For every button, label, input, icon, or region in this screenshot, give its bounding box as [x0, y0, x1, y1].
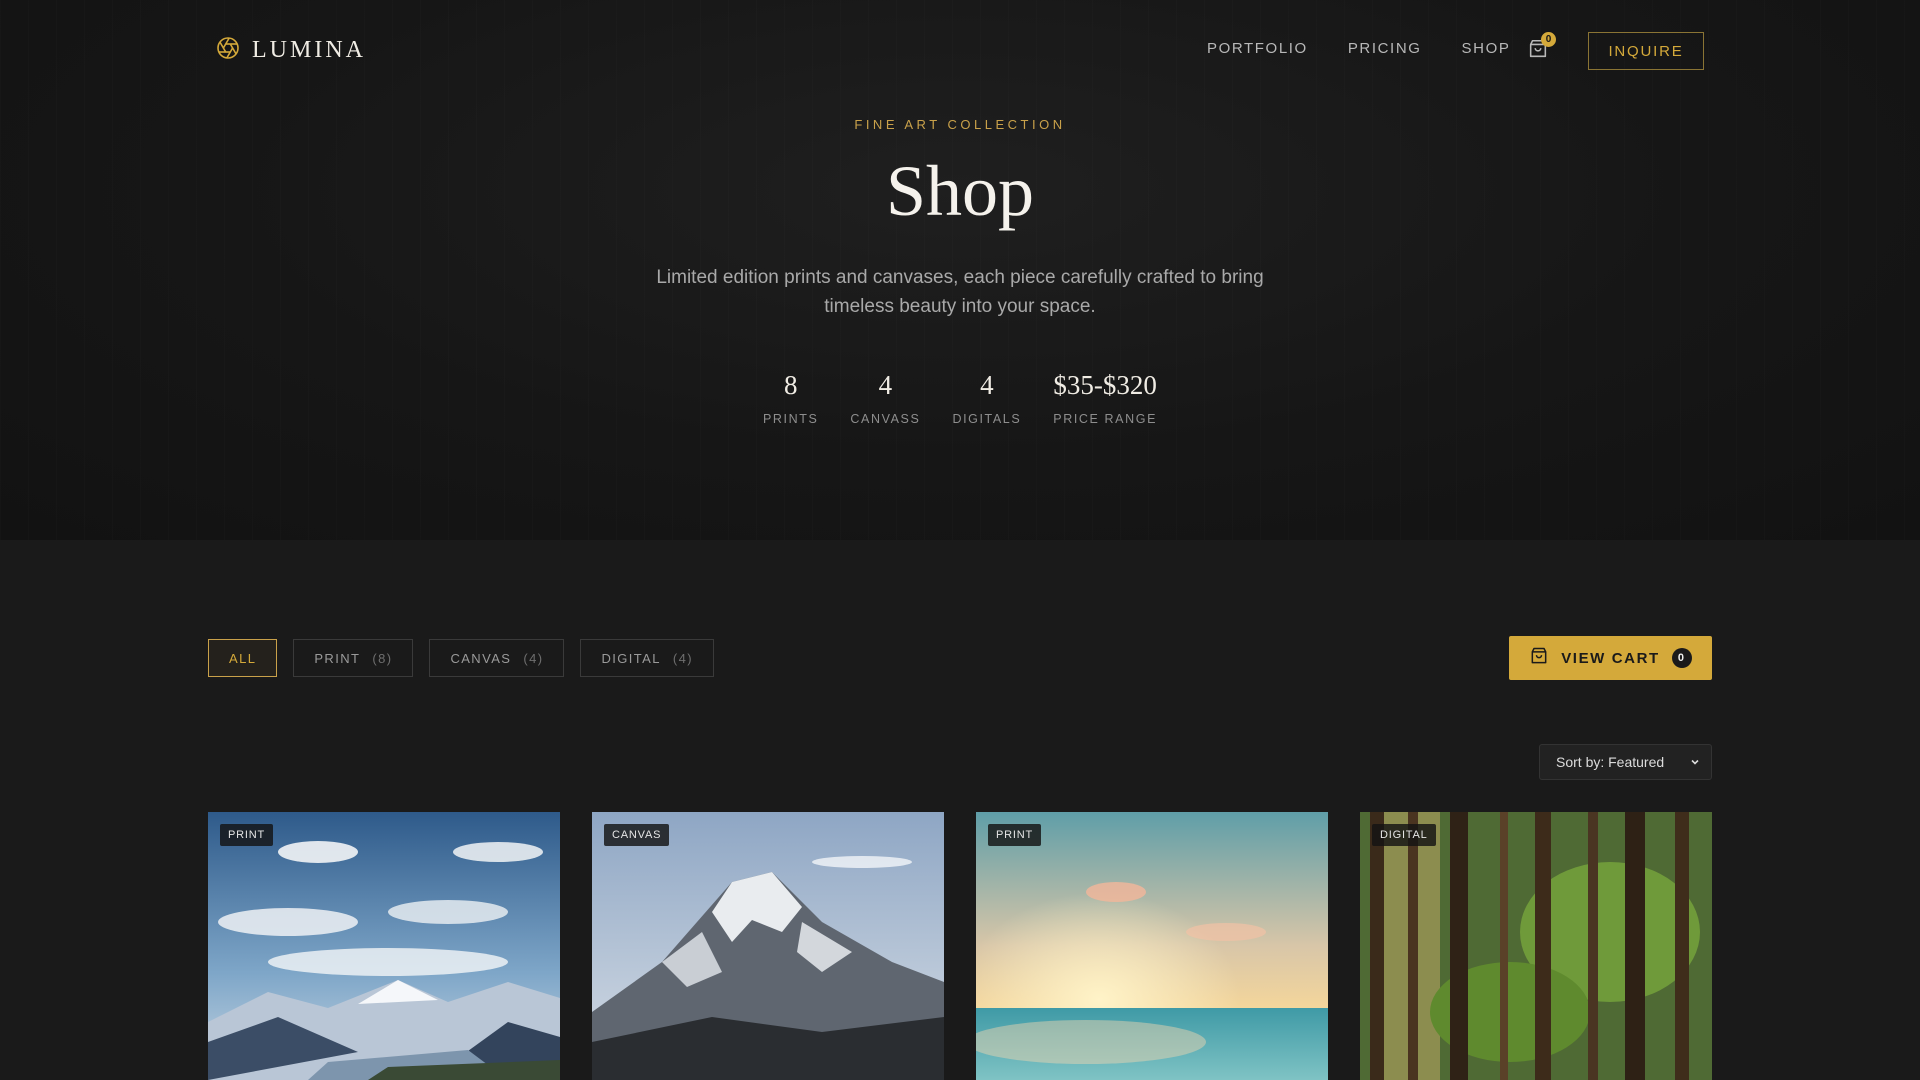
- filter-print[interactable]: PRINT (8): [293, 639, 414, 677]
- nav-cart-count-badge: 0: [1541, 32, 1556, 47]
- hero-eyebrow: FINE ART COLLECTION: [854, 117, 1066, 132]
- nav-link-pricing[interactable]: PRICING: [1348, 40, 1422, 57]
- filter-label: ALL: [229, 650, 257, 666]
- filter-count: (4): [672, 650, 693, 666]
- stat-prints: 8 PRINTS: [763, 370, 818, 426]
- stat-canvas: 4 CANVASS: [850, 370, 920, 426]
- stat-label: PRINTS: [762, 412, 819, 426]
- stat-label: DIGITALS: [952, 412, 1022, 426]
- stat-digitals: 4 DIGITALS: [952, 370, 1021, 426]
- nav-links: PORTFOLIO PRICING SHOP: [1207, 40, 1510, 57]
- cart-count-badge: 0: [1671, 648, 1692, 668]
- category-filters: ALL PRINT (8) CANVAS (4) DIGITAL (4): [208, 639, 714, 677]
- nav-cart-button[interactable]: 0: [1527, 32, 1556, 64]
- brand-name: LUMINA: [252, 37, 366, 63]
- filter-count: (4): [523, 650, 544, 666]
- view-cart-button[interactable]: VIEW CART 0: [1509, 636, 1712, 680]
- filter-count: (8): [372, 650, 393, 666]
- product-type-badge: PRINT: [988, 824, 1041, 846]
- product-type-badge: DIGITAL: [1372, 824, 1436, 846]
- inquire-button[interactable]: INQUIRE: [1588, 32, 1704, 70]
- stat-value: $35-$320: [1053, 370, 1157, 400]
- product-image-forest: [1360, 812, 1712, 1080]
- filter-all[interactable]: ALL: [208, 639, 278, 677]
- filter-label: DIGITAL: [601, 650, 661, 666]
- stat-label: CANVASS: [850, 412, 921, 426]
- filter-canvas[interactable]: CANVAS (4): [429, 639, 565, 677]
- stat-value: 4: [878, 370, 893, 400]
- sort-label: Sort by: Featured: [1556, 754, 1665, 770]
- product-type-badge: PRINT: [220, 824, 273, 846]
- collection-stats: 8 PRINTS 4 CANVASS 4 DIGITALS $35-$320 P…: [0, 370, 1920, 426]
- filter-label: CANVAS: [450, 650, 512, 666]
- view-cart-label: VIEW CART: [1561, 649, 1660, 667]
- stat-value: 4: [980, 370, 994, 400]
- product-image-alpine-valley: [208, 812, 560, 1080]
- top-navigation: LUMINA PORTFOLIO PRICING SHOP 0 INQUIRE: [0, 0, 1920, 100]
- nav-link-shop[interactable]: SHOP: [1462, 40, 1511, 57]
- product-card[interactable]: DIGITAL: [1360, 812, 1712, 1080]
- product-card[interactable]: PRINT: [208, 812, 560, 1080]
- product-card[interactable]: PRINT: [976, 812, 1328, 1080]
- stat-price-range: $35-$320 PRICE RANGE: [1053, 370, 1157, 426]
- hero-section: LUMINA PORTFOLIO PRICING SHOP 0 INQUIRE …: [0, 0, 1920, 540]
- product-card[interactable]: CANVAS: [592, 812, 944, 1080]
- filter-label: PRINT: [314, 650, 361, 666]
- shopping-bag-icon: [1527, 39, 1549, 64]
- filter-digital[interactable]: DIGITAL (4): [580, 639, 714, 677]
- shopping-bag-icon: [1529, 646, 1549, 670]
- page-title: Shop: [885, 151, 1035, 231]
- sort-select[interactable]: Sort by: Featured: [1539, 744, 1712, 780]
- product-image-snowy-peak: [592, 812, 944, 1080]
- hero-subtitle: Limited edition prints and canvases, eac…: [656, 267, 1264, 317]
- stat-label: PRICE RANGE: [1053, 412, 1158, 426]
- product-image-ocean-sunset: [976, 812, 1328, 1080]
- product-type-badge: CANVAS: [604, 824, 670, 846]
- stat-value: 8: [783, 370, 798, 400]
- aperture-icon: [216, 36, 240, 65]
- brand-logo[interactable]: LUMINA: [216, 36, 366, 65]
- nav-link-portfolio[interactable]: PORTFOLIO: [1207, 40, 1308, 57]
